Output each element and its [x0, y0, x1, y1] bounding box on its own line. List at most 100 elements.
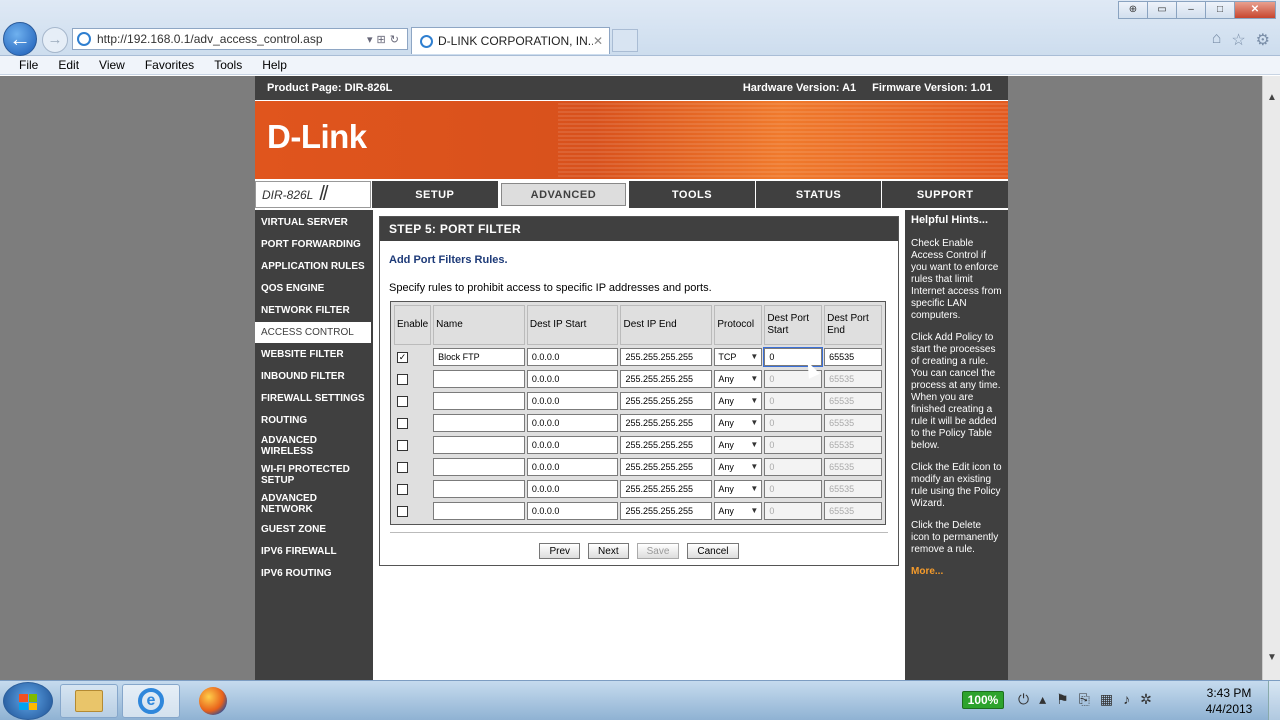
dest-port-start-input[interactable]: 0: [764, 480, 823, 498]
cancel-button[interactable]: Cancel: [687, 543, 739, 559]
show-desktop-button[interactable]: [1268, 681, 1280, 720]
tab-close-icon[interactable]: ✕: [593, 34, 609, 48]
window-restore-small-button[interactable]: ▭: [1147, 1, 1177, 19]
wireless-icon[interactable]: ✲: [1140, 691, 1152, 708]
dest-ip-start-input[interactable]: 0.0.0.0: [526, 348, 619, 366]
dest-port-end-input[interactable]: 65535: [824, 436, 882, 454]
menu-help[interactable]: Help: [262, 58, 287, 72]
taskbar-explorer[interactable]: [60, 684, 118, 718]
dest-port-start-input[interactable]: 0: [764, 458, 823, 476]
sidebar-item-ipv6-routing[interactable]: IPV6 ROUTING: [255, 563, 371, 585]
sidebar-item-ipv6-firewall[interactable]: IPV6 FIREWALL: [255, 541, 371, 563]
enable-checkbox[interactable]: [397, 373, 408, 385]
dest-port-end-input[interactable]: 65535: [824, 480, 882, 498]
dest-ip-start-input[interactable]: 0.0.0.0: [526, 502, 619, 520]
clock[interactable]: 3:43 PM 4/4/2013: [1200, 685, 1258, 717]
sidebar-item-network-filter[interactable]: NETWORK FILTER: [255, 300, 371, 322]
rule-name-input[interactable]: [433, 370, 525, 388]
menu-file[interactable]: File: [19, 58, 38, 72]
tab-status[interactable]: STATUS: [754, 181, 882, 208]
address-bar[interactable]: http://192.168.0.1/adv_access_control.as…: [72, 28, 408, 50]
taskbar-firefox[interactable]: [184, 684, 242, 718]
sidebar-item-advanced-network[interactable]: ADVANCED NETWORK: [255, 490, 371, 519]
sidebar-item-routing[interactable]: ROUTING: [255, 410, 371, 432]
new-tab-button[interactable]: [612, 29, 638, 52]
sidebar-item-wi-fi-protected-setup[interactable]: WI-FI PROTECTED SETUP: [255, 461, 371, 490]
menu-tools[interactable]: Tools: [214, 58, 242, 72]
sidebar-item-advanced-wireless[interactable]: ADVANCED WIRELESS: [255, 432, 371, 461]
menu-edit[interactable]: Edit: [58, 58, 79, 72]
menu-view[interactable]: View: [99, 58, 125, 72]
prev-button[interactable]: Prev: [539, 543, 581, 559]
hints-more-link[interactable]: More...: [911, 566, 1002, 578]
dest-ip-end-input[interactable]: 255.255.255.255: [620, 502, 713, 520]
back-button[interactable]: ←: [3, 22, 37, 56]
next-button[interactable]: Next: [588, 543, 629, 559]
dest-ip-start-input[interactable]: 0.0.0.0: [526, 392, 619, 410]
menu-favorites[interactable]: Favorites: [145, 58, 194, 72]
scroll-down-icon[interactable]: ▼: [1267, 652, 1277, 663]
close-button[interactable]: ✕: [1234, 1, 1276, 19]
tab-support[interactable]: SUPPORT: [881, 181, 1008, 208]
dest-port-start-input[interactable]: 0: [764, 414, 823, 432]
power-plug-icon[interactable]: ⏻: [1018, 691, 1029, 708]
sidebar-item-application-rules[interactable]: APPLICATION RULES: [255, 256, 371, 278]
tab-advanced[interactable]: ADVANCED: [497, 181, 629, 208]
sidebar-item-guest-zone[interactable]: GUEST ZONE: [255, 519, 371, 541]
dest-port-start-input[interactable]: 0: [764, 392, 823, 410]
dest-port-start-input[interactable]: 0: [764, 436, 823, 454]
scroll-up-icon[interactable]: ▲: [1267, 92, 1277, 103]
taskbar-ie[interactable]: e: [122, 684, 180, 718]
dest-ip-start-input[interactable]: 0.0.0.0: [526, 414, 619, 432]
protocol-select[interactable]: Any ▼: [714, 458, 763, 476]
sidebar-item-qos-engine[interactable]: QOS ENGINE: [255, 278, 371, 300]
dest-ip-start-input[interactable]: 0.0.0.0: [526, 480, 619, 498]
minimize-button[interactable]: –: [1176, 1, 1206, 19]
dest-port-end-input[interactable]: 65535: [824, 392, 882, 410]
protocol-select[interactable]: Any ▼: [714, 480, 763, 498]
dest-ip-end-input[interactable]: 255.255.255.255: [620, 348, 713, 366]
window-help-button[interactable]: ⊕: [1118, 1, 1148, 19]
rule-name-input[interactable]: [433, 458, 525, 476]
start-button[interactable]: [3, 682, 53, 720]
network-icon[interactable]: ▦: [1100, 691, 1113, 708]
dest-ip-end-input[interactable]: 255.255.255.255: [620, 414, 713, 432]
page-scrollbar[interactable]: ▲ ▼: [1262, 76, 1280, 680]
home-icon[interactable]: ⌂: [1212, 30, 1222, 50]
dest-ip-start-input[interactable]: 0.0.0.0: [526, 458, 619, 476]
sidebar-item-port-forwarding[interactable]: PORT FORWARDING: [255, 234, 371, 256]
favorites-star-icon[interactable]: ☆: [1231, 30, 1245, 50]
enable-checkbox[interactable]: ✓: [397, 351, 408, 363]
sidebar-item-firewall-settings[interactable]: FIREWALL SETTINGS: [255, 388, 371, 410]
rule-name-input[interactable]: [433, 392, 525, 410]
dest-port-end-input[interactable]: 65535: [824, 348, 882, 366]
tab-tools[interactable]: TOOLS: [628, 181, 755, 208]
rule-name-input[interactable]: [433, 414, 525, 432]
enable-checkbox[interactable]: [397, 417, 408, 429]
dest-ip-end-input[interactable]: 255.255.255.255: [620, 480, 713, 498]
refresh-icon[interactable]: ▾⊞↻: [367, 33, 407, 46]
protocol-select[interactable]: Any ▼: [714, 392, 763, 410]
dest-ip-end-input[interactable]: 255.255.255.255: [620, 392, 713, 410]
protocol-select[interactable]: Any ▼: [714, 370, 763, 388]
rule-name-input[interactable]: Block FTP: [433, 348, 525, 366]
dest-port-end-input[interactable]: 65535: [824, 414, 882, 432]
usb-icon[interactable]: ⎘: [1079, 691, 1090, 708]
forward-button[interactable]: →: [42, 27, 68, 53]
address-text[interactable]: http://192.168.0.1/adv_access_control.as…: [97, 32, 367, 46]
action-center-flag-icon[interactable]: ⚑: [1056, 691, 1069, 708]
battery-indicator[interactable]: 100%: [962, 691, 1004, 709]
protocol-select[interactable]: Any ▼: [714, 436, 763, 454]
protocol-select[interactable]: Any ▼: [714, 414, 763, 432]
settings-gear-icon[interactable]: ⚙: [1256, 30, 1270, 50]
show-hidden-icons-icon[interactable]: ▴: [1039, 691, 1046, 708]
dest-ip-end-input[interactable]: 255.255.255.255: [620, 370, 713, 388]
sidebar-item-website-filter[interactable]: WEBSITE FILTER: [255, 344, 371, 366]
sidebar-item-access-control[interactable]: ACCESS CONTROL: [255, 322, 371, 344]
protocol-select[interactable]: Any ▼: [714, 502, 763, 520]
enable-checkbox[interactable]: [397, 395, 408, 407]
tab-setup[interactable]: SETUP: [371, 181, 498, 208]
enable-checkbox[interactable]: [397, 439, 408, 451]
rule-name-input[interactable]: [433, 502, 525, 520]
dest-ip-start-input[interactable]: 0.0.0.0: [526, 370, 619, 388]
